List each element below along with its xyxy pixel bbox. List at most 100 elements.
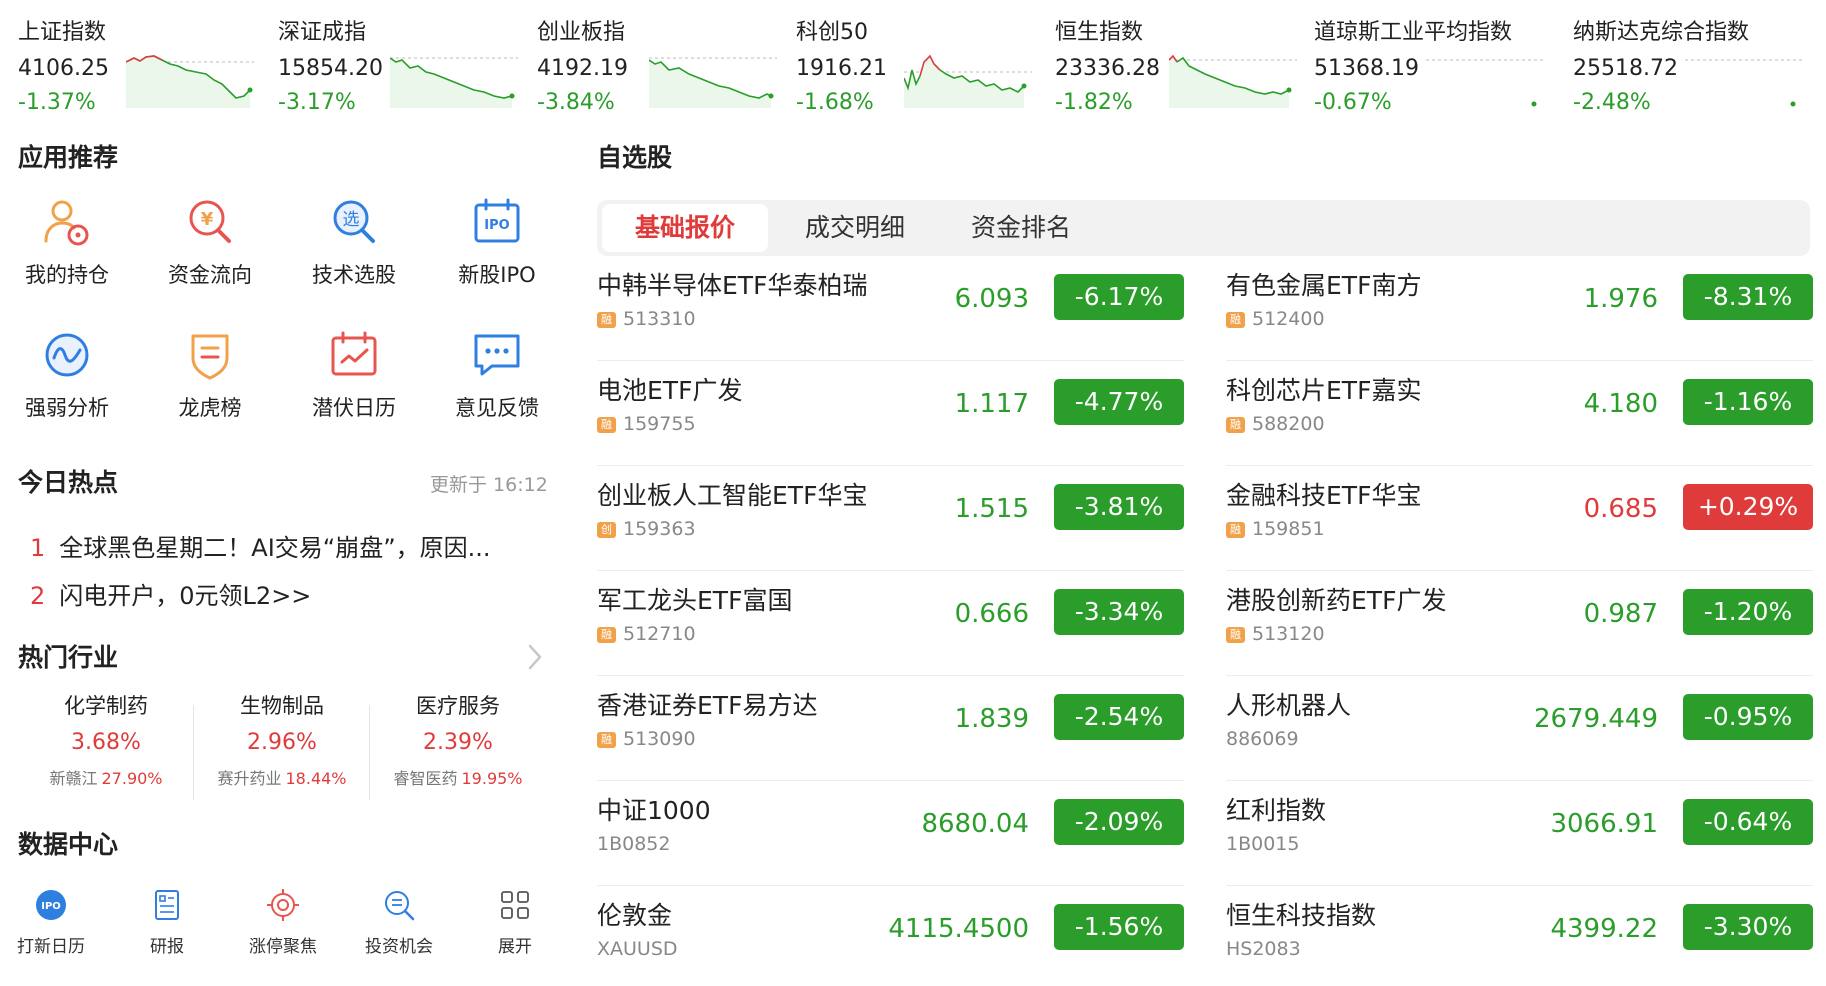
industries-title: 热门行业 (18, 643, 119, 672)
industry-card[interactable]: 生物制品 2.96% 赛升药业 18.44% (194, 690, 370, 805)
index-card-szse[interactable]: 深证成指 15854.20 -3.17% (278, 8, 518, 118)
index-card-nasdaq[interactable]: 纳斯达克综合指数 25518.72 -2.48% (1573, 8, 1813, 118)
app-feedback[interactable]: 意见反馈 (432, 328, 562, 448)
watchlist-row[interactable]: 有色金属ETF南方 融 512400 1.976 -8.31% (1226, 256, 1813, 361)
tab-fund-ranking[interactable]: 资金排名 (938, 204, 1104, 252)
industry-name: 化学制药 (64, 694, 148, 718)
tab-basic-quotes[interactable]: 基础报价 (602, 204, 768, 252)
leader-change: 27.90% (101, 769, 163, 788)
index-price: 51368.19 (1314, 56, 1419, 81)
price: 1.839 (954, 704, 1029, 734)
watchlist-row[interactable]: 港股创新药ETF广发 融 513120 0.987 -1.20% (1226, 571, 1813, 676)
price: 0.987 (1583, 599, 1658, 629)
watchlist-row[interactable]: 创业板人工智能ETF华宝 创 159363 1.515 -3.81% (597, 466, 1184, 571)
watchlist-row[interactable]: 中韩半导体ETF华泰柏瑞 融 513310 6.093 -6.17% (597, 256, 1184, 361)
security-name: 创业板人工智能ETF华宝 (597, 481, 868, 510)
watchlist-row[interactable]: 军工龙头ETF富国 融 512710 0.666 -3.34% (597, 571, 1184, 676)
change-pill: -2.09% (1054, 799, 1184, 845)
change-pill: -0.64% (1683, 799, 1813, 845)
code-text: 513310 (623, 308, 696, 330)
index-card-chinext[interactable]: 创业板指 4192.19 -3.84% (537, 8, 777, 118)
app-tech-picker[interactable]: 选 技术选股 (289, 195, 419, 315)
news-text: 全球黑色星期二！AI交易“崩盘”，原因... (59, 534, 491, 562)
watchlist-row[interactable]: 科创芯片ETF嘉实 融 588200 4.180 -1.16% (1226, 361, 1813, 466)
app-strength-analysis[interactable]: 强弱分析 (2, 328, 132, 448)
margin-badge: 融 (1226, 522, 1245, 538)
data-center-opportunities[interactable]: 投资机会 (354, 888, 444, 957)
watchlist-row[interactable]: 香港证券ETF易方达 融 513090 1.839 -2.54% (597, 676, 1184, 781)
industry-card[interactable]: 医疗服务 2.39% 睿智医药 19.95% (370, 690, 546, 805)
leader-name: 赛升药业 (217, 769, 282, 788)
price: 4399.22 (1550, 914, 1658, 944)
index-name: 道琼斯工业平均指数 (1314, 20, 1513, 45)
watchlist-row[interactable]: 金融科技ETF华宝 融 159851 0.685 +0.29% (1226, 466, 1813, 571)
data-center-limit-up[interactable]: 涨停聚焦 (238, 888, 328, 957)
margin-badge: 融 (597, 417, 616, 433)
app-money-flow[interactable]: ¥ 资金流向 (145, 195, 275, 315)
data-center-expand[interactable]: 展开 (470, 888, 560, 957)
index-price: 4106.25 (18, 56, 109, 81)
change-pill: +0.29% (1683, 484, 1813, 530)
chevron-right-icon[interactable] (526, 643, 544, 671)
code-text: 886069 (1226, 728, 1299, 750)
security-code: 886069 (1226, 728, 1299, 750)
hot-title: 今日热点 (18, 468, 119, 497)
security-name: 港股创新药ETF广发 (1226, 586, 1447, 615)
watchlist-row[interactable]: 人形机器人 886069 2679.449 -0.95% (1226, 676, 1813, 781)
security-name: 电池ETF广发 (597, 376, 743, 405)
strength-analysis-icon (45, 333, 89, 377)
security-name: 有色金属ETF南方 (1226, 271, 1422, 300)
price: 6.093 (954, 284, 1029, 314)
app-dragon-tiger[interactable]: 龙虎榜 (145, 328, 275, 448)
stock-picker-icon: 选 (333, 200, 375, 243)
security-code: 融 588200 (1226, 413, 1325, 435)
security-code: 融 512400 (1226, 308, 1325, 330)
index-price: 4192.19 (537, 56, 628, 81)
price: 3066.91 (1550, 809, 1658, 839)
index-name: 创业板指 (537, 20, 626, 45)
margin-badge: 融 (597, 732, 616, 748)
calendar-check-icon (331, 331, 377, 376)
hot-updated-time: 更新于 16:12 (430, 474, 548, 496)
price: 1.515 (954, 494, 1029, 524)
price: 8680.04 (921, 809, 1029, 839)
index-card-star50[interactable]: 科创50 1916.21 -1.68% (796, 8, 1036, 118)
search-opportunity-icon (385, 891, 415, 921)
watchlist-row[interactable]: 伦敦金 XAUUSD 4115.4500 -1.56% (597, 886, 1184, 986)
index-price: 23336.28 (1055, 56, 1160, 81)
index-card-dow[interactable]: 道琼斯工业平均指数 51368.19 -0.67% (1314, 8, 1554, 118)
hot-news-item[interactable]: 1 全球黑色星期二！AI交易“崩盘”，原因... (30, 528, 550, 563)
hot-news-item[interactable]: 2 闪电开户，0元领L2>> (30, 576, 550, 611)
change-pill: -8.31% (1683, 274, 1813, 320)
watchlist-row[interactable]: 中证1000 1B0852 8680.04 -2.09% (597, 781, 1184, 886)
tab-trade-details[interactable]: 成交明细 (772, 204, 938, 252)
svg-text:IPO: IPO (41, 901, 61, 912)
data-center-label: 投资机会 (365, 937, 433, 957)
index-card-hsi[interactable]: 恒生指数 23336.28 -1.82% (1055, 8, 1297, 118)
change-pill: -4.77% (1054, 379, 1184, 425)
leader-change: 18.44% (285, 769, 347, 788)
change-pill: -0.95% (1683, 694, 1813, 740)
data-center-reports[interactable]: 研报 (122, 888, 212, 957)
price: 0.666 (954, 599, 1029, 629)
app-ipo[interactable]: IPO 新股IPO (432, 195, 562, 315)
change-pill: -1.16% (1683, 379, 1813, 425)
watchlist-row[interactable]: 红利指数 1B0015 3066.91 -0.64% (1226, 781, 1813, 886)
app-label: 新股IPO (458, 263, 536, 287)
index-change: -1.37% (18, 90, 96, 115)
app-lurk-calendar[interactable]: 潜伏日历 (289, 328, 419, 448)
watchlist-row[interactable]: 电池ETF广发 融 159755 1.117 -4.77% (597, 361, 1184, 466)
code-text: 513120 (1252, 623, 1325, 645)
data-center-ipo-calendar[interactable]: IPO 打新日历 (6, 888, 96, 957)
security-name: 军工龙头ETF富国 (597, 586, 793, 615)
index-card-sse[interactable]: 上证指数 4106.25 -1.37% (18, 8, 258, 118)
app-my-holdings[interactable]: 我的持仓 (2, 195, 132, 315)
watchlist-row[interactable]: 恒生科技指数 HS2083 4399.22 -3.30% (1226, 886, 1813, 986)
industry-card[interactable]: 化学制药 3.68% 新赣江 27.90% (18, 690, 194, 805)
code-text: XAUUSD (597, 938, 678, 960)
industry-leader: 赛升药业 18.44% (194, 765, 370, 789)
index-change: -1.82% (1055, 90, 1133, 115)
code-text: HS2083 (1226, 938, 1301, 960)
margin-badge: 融 (597, 627, 616, 643)
code-text: 513090 (623, 728, 696, 750)
